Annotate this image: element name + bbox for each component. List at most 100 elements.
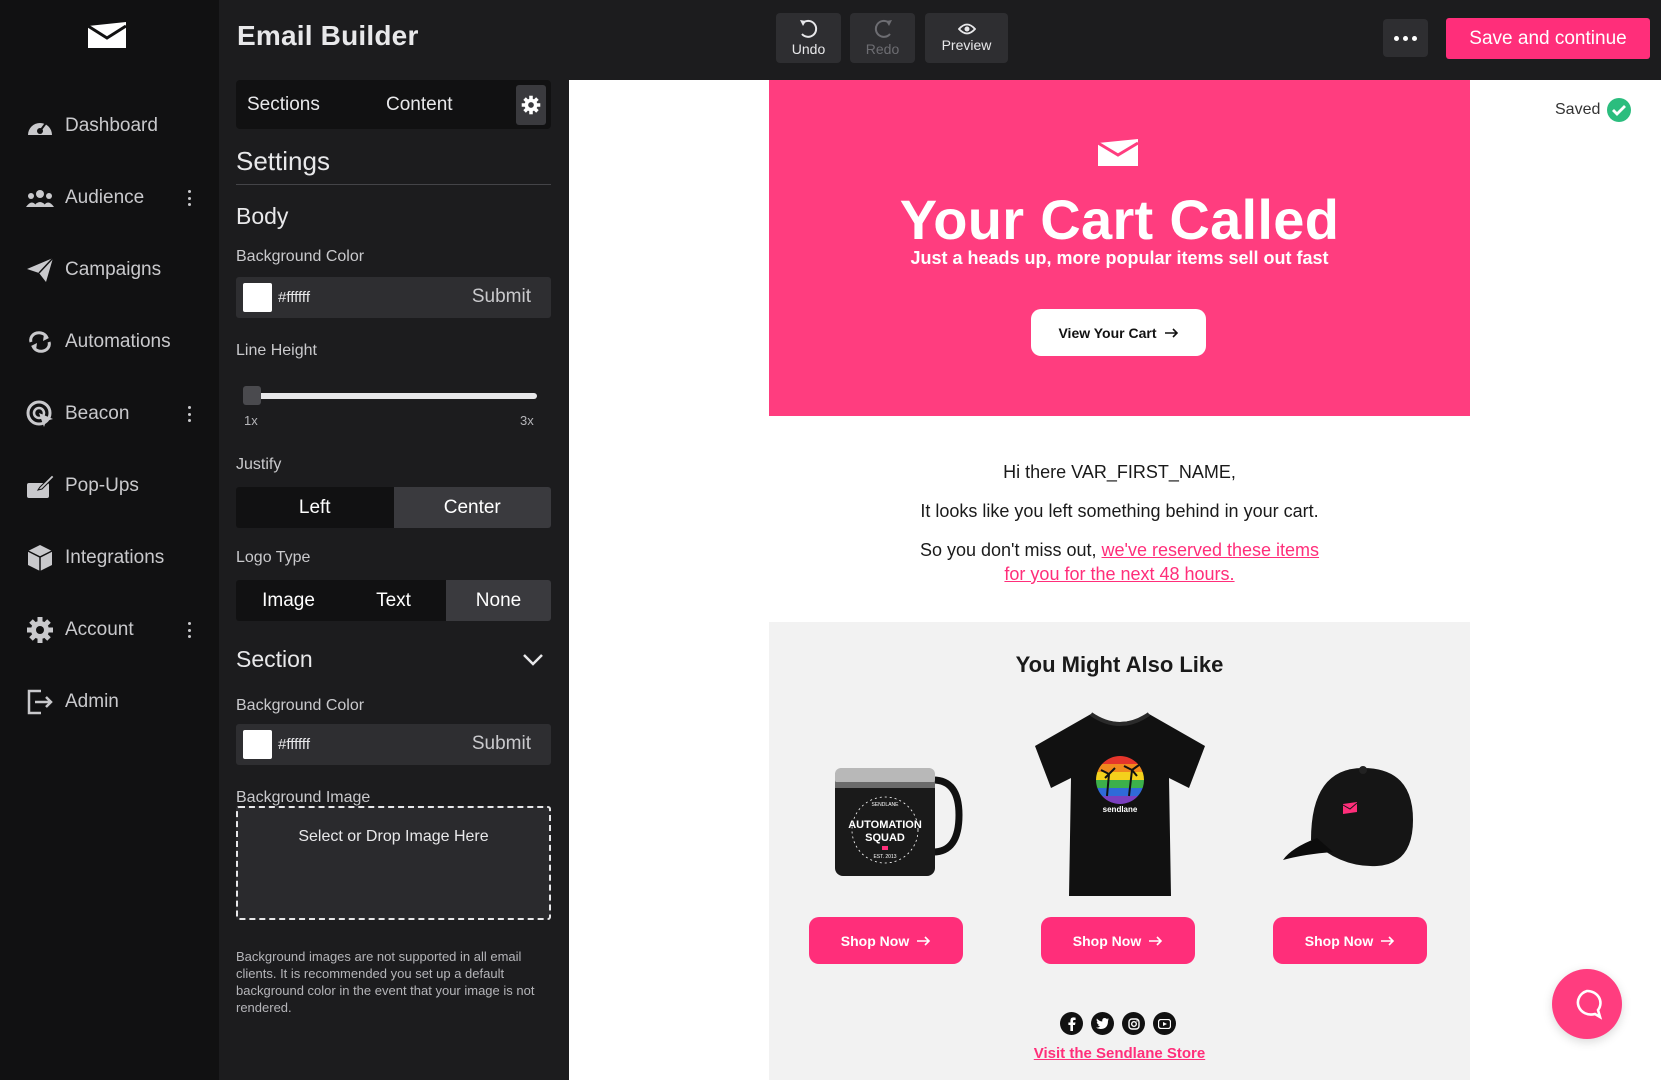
- visit-store-link[interactable]: Visit the Sendlane Store: [769, 1045, 1470, 1062]
- eye-icon: [957, 23, 976, 35]
- arrow-right-icon: [1149, 935, 1163, 946]
- product-cap-image[interactable]: [1281, 760, 1417, 872]
- reserved-items-link[interactable]: we've reserved these items: [1102, 540, 1320, 560]
- line-height-slider-handle[interactable]: [243, 386, 261, 405]
- body-bg-submit-button[interactable]: Submit: [472, 286, 531, 308]
- hero-subtitle: Just a heads up, more popular items sell…: [910, 248, 1329, 268]
- twitter-icon[interactable]: [1091, 1012, 1114, 1035]
- body-line-3: for you for the next 48 hours.: [769, 564, 1470, 585]
- divider: [236, 184, 551, 185]
- mug-text-top: SENDLANE: [872, 802, 900, 808]
- section-bg-submit-button[interactable]: Submit: [472, 733, 531, 755]
- body-line-2-prefix: So you don't miss out,: [919, 540, 1102, 560]
- logo-type-toggle: Image Text None: [236, 580, 551, 621]
- nav-item-dashboard[interactable]: Dashboard: [0, 98, 219, 154]
- tab-sections[interactable]: Sections: [247, 94, 320, 116]
- chat-bubble-icon: [1576, 989, 1603, 1020]
- chat-support-button[interactable]: [1552, 969, 1622, 1039]
- redo-icon: [874, 19, 892, 38]
- brand-logo-icon: [1097, 139, 1139, 166]
- nav-label: Beacon: [65, 403, 130, 424]
- nav-item-account[interactable]: Account: [0, 602, 219, 658]
- nav-label: Integrations: [65, 547, 165, 568]
- view-cart-button[interactable]: View Your Cart: [1031, 309, 1206, 356]
- more-vertical-icon[interactable]: [183, 619, 195, 641]
- page-title: Email Builder: [237, 20, 419, 51]
- more-vertical-icon[interactable]: [183, 187, 195, 209]
- justify-toggle: Left Center: [236, 487, 551, 528]
- youtube-icon[interactable]: [1153, 1012, 1176, 1035]
- product-mug-image[interactable]: SENDLANE AUTOMATION SQUAD EST. 2013: [835, 760, 963, 880]
- greeting-text: Hi there VAR_FIRST_NAME,: [1003, 462, 1236, 482]
- panel-tabs: Sections Content: [236, 80, 551, 129]
- nav-item-automations[interactable]: Automations: [0, 314, 219, 370]
- bg-image-label: Background Image: [236, 789, 371, 806]
- line-height-label: Line Height: [236, 342, 317, 359]
- chevron-down-icon[interactable]: [521, 650, 545, 670]
- nav-item-integrations[interactable]: Integrations: [0, 530, 219, 586]
- saved-label: Saved: [1555, 101, 1601, 118]
- shop-now-label: Shop Now: [840, 932, 910, 949]
- preview-button[interactable]: Preview: [925, 13, 1008, 63]
- arrow-right-icon: [917, 935, 931, 946]
- nav-item-audience[interactable]: Audience: [0, 170, 219, 226]
- nav-item-pop-ups[interactable]: Pop-Ups: [0, 458, 219, 514]
- shop-now-button-cap[interactable]: Shop Now: [1273, 917, 1427, 964]
- more-vertical-icon[interactable]: [183, 403, 195, 425]
- image-dropzone[interactable]: Select or Drop Image Here: [236, 806, 551, 920]
- top-toolbar: Email Builder Undo Redo Preview Save and…: [219, 0, 1661, 80]
- box-icon: [25, 543, 55, 573]
- arrow-right-icon: [1381, 935, 1395, 946]
- color-swatch[interactable]: [243, 283, 272, 312]
- logo-type-label: Logo Type: [236, 549, 311, 566]
- hero-section[interactable]: Your Cart Called Just a heads up, more p…: [769, 80, 1470, 416]
- nav-item-campaigns[interactable]: Campaigns: [0, 242, 219, 298]
- color-swatch[interactable]: [243, 730, 272, 759]
- justify-left-option[interactable]: Left: [236, 487, 394, 528]
- more-options-button[interactable]: [1383, 19, 1428, 57]
- tab-content[interactable]: Content: [386, 94, 453, 116]
- product-tshirt-image[interactable]: sendlane: [1029, 710, 1211, 898]
- logo-type-text-option[interactable]: Text: [341, 580, 446, 621]
- gear-icon: [521, 95, 541, 115]
- redo-button[interactable]: Redo: [850, 13, 915, 63]
- body-bg-color-field: Submit: [236, 277, 551, 318]
- nav-item-beacon[interactable]: Beacon: [0, 386, 219, 442]
- shirt-text: sendlane: [1103, 805, 1138, 814]
- undo-button[interactable]: Undo: [776, 13, 841, 63]
- saved-status: Saved: [1555, 97, 1632, 123]
- beacon-icon: [25, 399, 55, 429]
- nav-label: Dashboard: [65, 115, 158, 136]
- body-heading: Body: [236, 203, 289, 229]
- nav-item-admin[interactable]: Admin: [0, 674, 219, 730]
- section-bg-color-input[interactable]: [278, 729, 458, 759]
- logo-type-none-option[interactable]: None: [446, 580, 551, 621]
- nav-label: Campaigns: [65, 259, 162, 280]
- tab-settings[interactable]: [516, 85, 546, 125]
- line-height-slider[interactable]: [252, 393, 537, 399]
- shop-now-button-mug[interactable]: Shop Now: [809, 917, 963, 964]
- mug-text-line1: AUTOMATION: [848, 819, 922, 831]
- body-bg-color-input[interactable]: [278, 282, 458, 312]
- logo-type-image-option[interactable]: Image: [236, 580, 341, 621]
- recommend-title: You Might Also Like: [1015, 652, 1224, 677]
- nav-label: Audience: [65, 187, 145, 208]
- slider-max-label: 3x: [520, 413, 534, 428]
- section-bg-color-field: Submit: [236, 724, 551, 765]
- dropzone-text: Select or Drop Image Here: [298, 828, 489, 845]
- shop-now-button-tshirt[interactable]: Shop Now: [1041, 917, 1195, 964]
- redo-label: Redo: [865, 41, 900, 57]
- brand-logo-icon[interactable]: [86, 20, 128, 52]
- nav-label: Pop-Ups: [65, 475, 139, 496]
- facebook-icon[interactable]: [1060, 1012, 1083, 1035]
- message-section[interactable]: Hi there VAR_FIRST_NAME, It looks like y…: [769, 416, 1470, 622]
- section-bg-color-label: Background Color: [236, 697, 365, 714]
- slider-min-label: 1x: [244, 413, 258, 428]
- justify-center-option[interactable]: Center: [393, 487, 551, 528]
- body-bg-color-label: Background Color: [236, 248, 365, 265]
- instagram-icon[interactable]: [1122, 1012, 1145, 1035]
- preview-label: Preview: [941, 37, 992, 53]
- view-cart-label: View Your Cart: [1058, 324, 1157, 341]
- reserved-items-link-cont[interactable]: for you for the next 48 hours.: [1004, 564, 1234, 584]
- save-and-continue-button[interactable]: Save and continue: [1446, 18, 1650, 59]
